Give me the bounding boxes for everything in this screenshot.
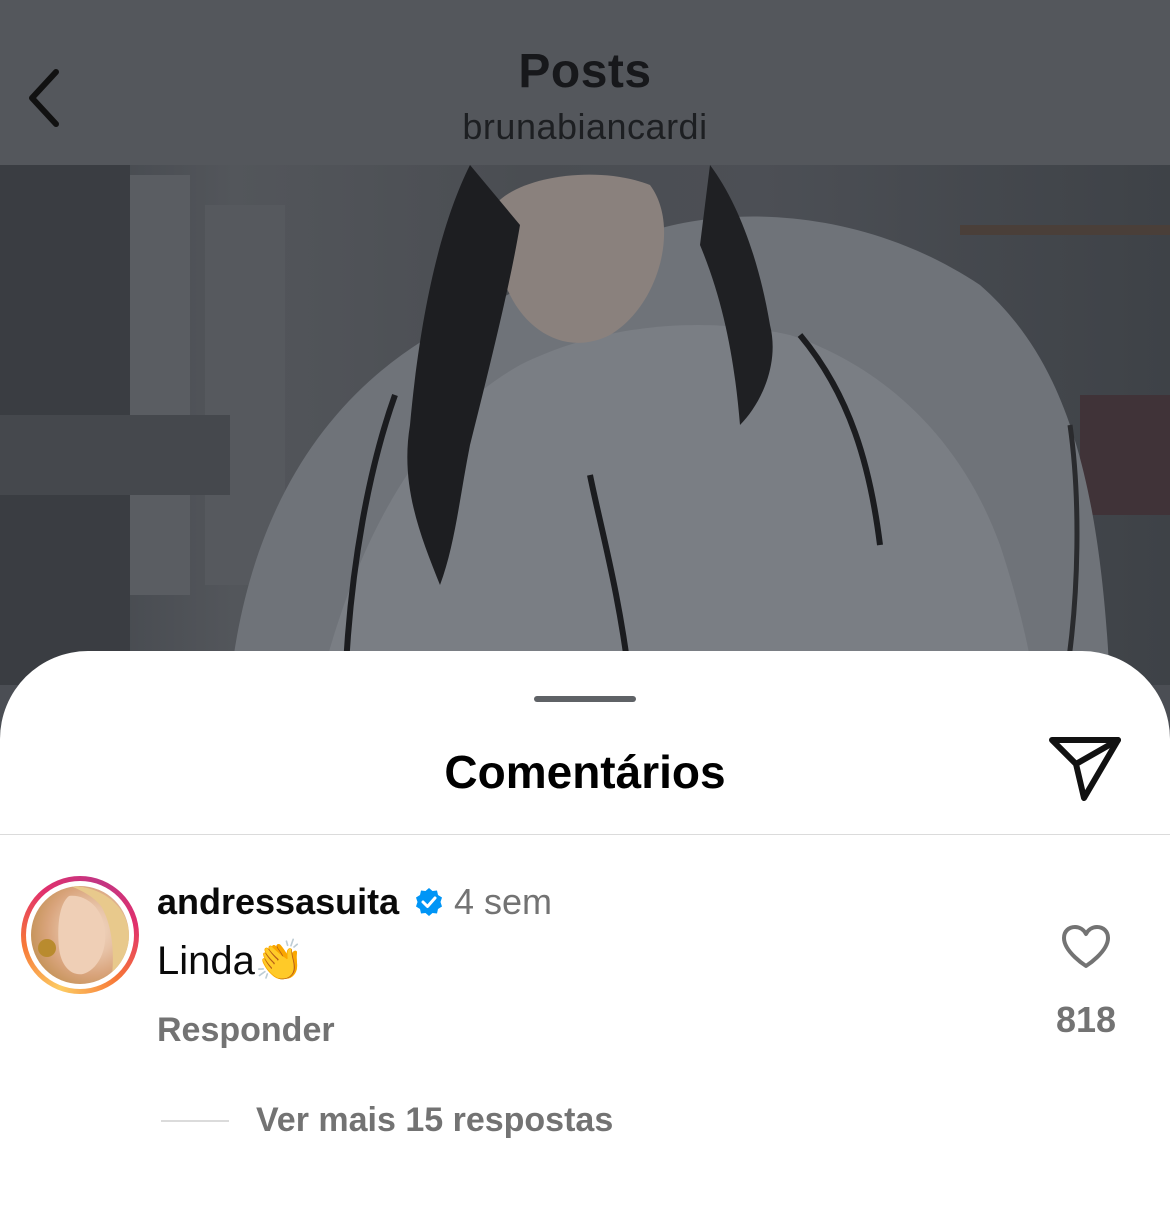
comment-username[interactable]: andressasuita <box>157 881 399 923</box>
replies-divider <box>161 1120 229 1122</box>
share-button[interactable] <box>1046 734 1128 804</box>
paper-plane-icon <box>1049 737 1121 801</box>
reply-button[interactable]: Responder <box>157 1011 335 1050</box>
comment-time: 4 sem <box>454 881 553 922</box>
clapping-hands-emoji: 👏 <box>254 938 305 984</box>
page-title: Posts <box>518 45 652 98</box>
like-count: 818 <box>1055 999 1117 1040</box>
comment-body: Linda <box>157 939 255 983</box>
top-header: Posts brunabiancardi <box>0 0 1170 165</box>
heart-icon <box>1062 925 1110 968</box>
sheet-grabber[interactable] <box>534 696 636 702</box>
sheet-title: Comentários <box>444 746 726 798</box>
verified-badge-icon <box>416 888 442 916</box>
like-button[interactable] <box>1060 924 1112 970</box>
view-more-replies-button[interactable]: Ver mais 15 respostas <box>256 1101 613 1140</box>
comment-text: Linda👏 <box>157 937 305 984</box>
avatar-photo <box>31 886 129 984</box>
comments-sheet: Comentários andressasuita 4 sem Linda👏 R… <box>0 651 1170 1211</box>
avatar[interactable] <box>21 876 139 994</box>
post-photo <box>0 165 1170 685</box>
page-subtitle: brunabiancardi <box>462 106 708 147</box>
sheet-divider <box>0 834 1170 835</box>
